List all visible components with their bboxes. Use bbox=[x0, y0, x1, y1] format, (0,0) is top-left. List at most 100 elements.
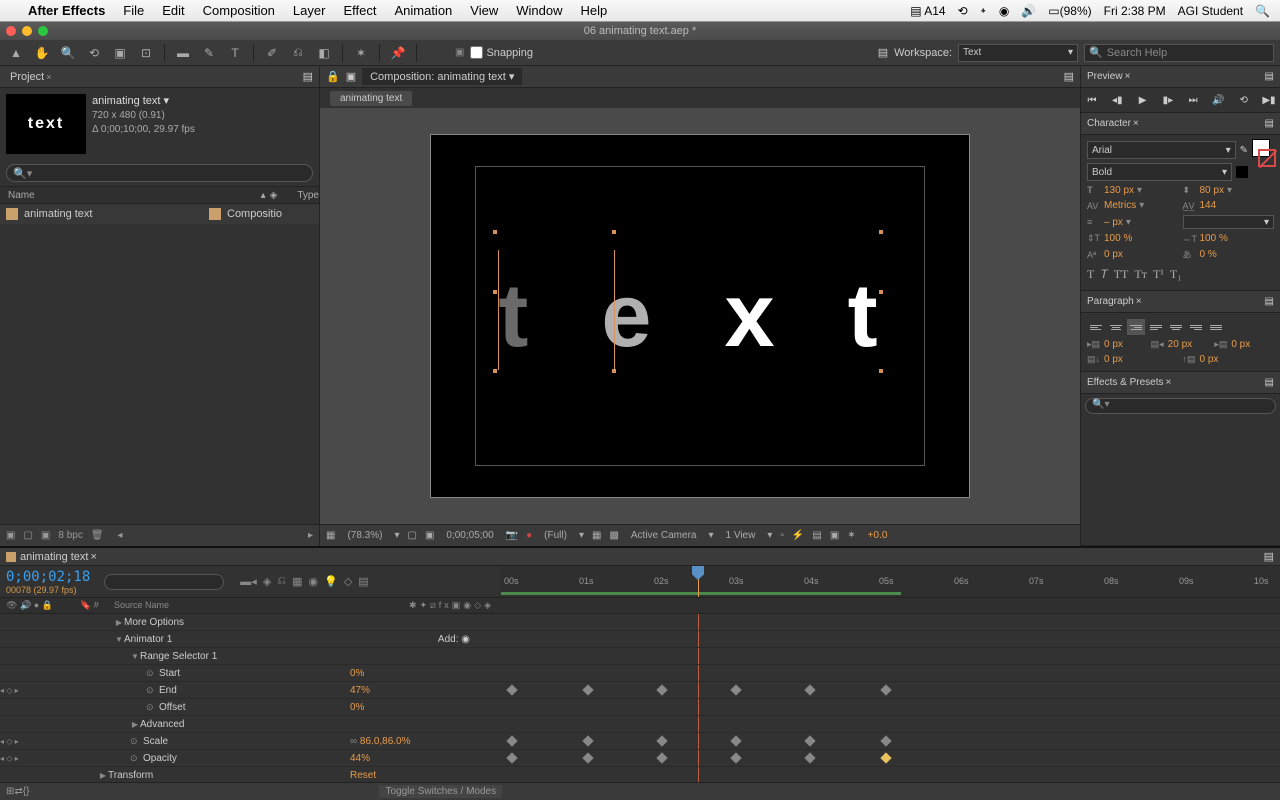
playhead[interactable] bbox=[698, 566, 699, 597]
roi-icon[interactable]: ▣ bbox=[425, 530, 434, 541]
preview-time[interactable]: 0;00;05;00 bbox=[442, 529, 497, 542]
baseline-value[interactable]: 0 px bbox=[1104, 249, 1123, 260]
keyframe-diamond[interactable] bbox=[804, 684, 815, 695]
solo-switch-icon[interactable]: ● bbox=[34, 600, 39, 610]
timeline-property-row[interactable]: ▼Animator 1Add: ◉ bbox=[0, 631, 1280, 648]
workspace-dropdown[interactable]: Text▾ bbox=[958, 44, 1078, 62]
timeline-property-row[interactable]: ⊙Offset0% bbox=[0, 699, 1280, 716]
timeline-icon[interactable]: ▤ bbox=[812, 530, 821, 541]
font-style-dropdown[interactable]: Bold▾ bbox=[1087, 163, 1232, 181]
grid-icon[interactable]: ▦ bbox=[592, 530, 601, 541]
hscale-value[interactable]: 100 % bbox=[1200, 233, 1228, 244]
align-right-button[interactable] bbox=[1127, 319, 1145, 335]
stroke-style-dropdown[interactable]: ▾ bbox=[1183, 215, 1275, 229]
next-icon[interactable]: ▸ bbox=[308, 530, 313, 541]
clone-tool-icon[interactable]: ⎌ bbox=[288, 43, 308, 63]
resolution-dropdown[interactable]: (Full) bbox=[540, 529, 571, 542]
clock[interactable]: Fri 2:38 PM bbox=[1104, 4, 1166, 18]
motion-blur-icon[interactable]: ◉ bbox=[309, 575, 319, 588]
pan-behind-tool-icon[interactable]: ⊡ bbox=[136, 43, 156, 63]
ram-preview-button[interactable]: ▶▮ bbox=[1260, 92, 1278, 108]
col-label-icon[interactable]: ◈ bbox=[270, 190, 278, 201]
effects-search-input[interactable]: 🔍▾ bbox=[1085, 398, 1276, 414]
timeline-property-row[interactable]: ◂ ◇ ▸⊙Scale∞ 86.0,86.0% bbox=[0, 733, 1280, 750]
timeline-property-row[interactable]: ▶Advanced bbox=[0, 716, 1280, 733]
keyframe-diamond[interactable] bbox=[804, 735, 815, 746]
space-before-value[interactable]: 0 px bbox=[1104, 354, 1123, 365]
bold-button[interactable]: T bbox=[1087, 267, 1094, 282]
keyframe-diamond[interactable] bbox=[730, 752, 741, 763]
audio-switch-icon[interactable]: 🔊 bbox=[20, 600, 31, 610]
twirl-icon[interactable]: ▶ bbox=[98, 771, 108, 780]
transform-handle[interactable] bbox=[611, 229, 617, 235]
justify-right-button[interactable] bbox=[1187, 319, 1205, 335]
camera-tool-icon[interactable]: ▣ bbox=[110, 43, 130, 63]
comp-flow-icon[interactable]: ▣ bbox=[830, 530, 839, 541]
keyframe-diamond[interactable] bbox=[582, 735, 593, 746]
volume-icon[interactable]: 🔊 bbox=[1021, 4, 1036, 18]
property-value[interactable]: 0% bbox=[350, 668, 364, 679]
stopwatch-icon[interactable]: ⊙ bbox=[146, 685, 156, 695]
panel-menu-icon[interactable]: ▤ bbox=[1264, 550, 1274, 563]
zoom-level[interactable]: (78.3%) bbox=[343, 529, 386, 542]
channel-icon[interactable]: ● bbox=[526, 530, 532, 541]
next-frame-button[interactable]: ▮▸ bbox=[1159, 92, 1177, 108]
transform-handle[interactable] bbox=[492, 229, 498, 235]
firstline-value[interactable]: 0 px bbox=[1231, 339, 1250, 350]
keyframe-diamond[interactable] bbox=[656, 752, 667, 763]
views-dropdown[interactable]: 1 View bbox=[722, 529, 760, 542]
smallcaps-button[interactable]: Tᴛ bbox=[1134, 267, 1147, 282]
timeline-property-row[interactable]: ▼Range Selector 1 bbox=[0, 648, 1280, 665]
twirl-icon[interactable]: ▶ bbox=[130, 720, 140, 729]
col-type-header[interactable]: Type bbox=[277, 190, 319, 201]
stroke-width-value[interactable]: – px bbox=[1104, 217, 1123, 228]
bpc-label[interactable]: 8 bpc bbox=[58, 530, 82, 541]
panel-menu-icon[interactable]: ▤ bbox=[1064, 70, 1074, 83]
first-frame-button[interactable]: ⏮ bbox=[1083, 92, 1101, 108]
lock-switch-icon[interactable]: 🔒 bbox=[42, 600, 53, 610]
col-name-header[interactable]: Name bbox=[0, 190, 200, 201]
stopwatch-icon[interactable]: ⊙ bbox=[146, 702, 156, 712]
keyframe-diamond[interactable] bbox=[656, 735, 667, 746]
preview-tab[interactable]: Preview bbox=[1087, 71, 1123, 82]
pen-tool-icon[interactable]: ✎ bbox=[199, 43, 219, 63]
last-frame-button[interactable]: ⏭ bbox=[1184, 92, 1202, 108]
transform-handle[interactable] bbox=[878, 229, 884, 235]
video-switch-icon[interactable]: 👁 bbox=[6, 600, 17, 610]
timeline-tab[interactable]: animating text bbox=[20, 551, 88, 563]
twirl-icon[interactable]: ▶ bbox=[114, 618, 124, 627]
keyframe-diamond[interactable] bbox=[506, 735, 517, 746]
folder-icon[interactable]: ▢ bbox=[23, 530, 32, 541]
composition-canvas[interactable]: t e x t bbox=[430, 134, 970, 498]
project-tab[interactable]: Project× bbox=[6, 69, 56, 85]
project-item-row[interactable]: animating text Compositio bbox=[0, 204, 319, 224]
property-value[interactable]: 44% bbox=[350, 753, 370, 764]
justify-center-button[interactable] bbox=[1167, 319, 1185, 335]
twirl-icon[interactable]: ▼ bbox=[130, 652, 140, 661]
exposure-reset-icon[interactable]: ✶ bbox=[847, 530, 855, 541]
comp-breadcrumb[interactable]: animating text bbox=[330, 91, 412, 106]
menu-composition[interactable]: Composition bbox=[203, 3, 275, 18]
leading-value[interactable]: 80 px bbox=[1200, 185, 1224, 196]
eyedropper-icon[interactable]: ✎ bbox=[1240, 145, 1248, 156]
subscript-button[interactable]: T₁ bbox=[1170, 267, 1182, 282]
transform-handle[interactable] bbox=[492, 368, 498, 374]
spotlight-icon[interactable]: 🔍 bbox=[1255, 4, 1270, 18]
keyframe-diamond[interactable] bbox=[582, 684, 593, 695]
justify-left-button[interactable] bbox=[1147, 319, 1165, 335]
roto-tool-icon[interactable]: ✶ bbox=[351, 43, 371, 63]
kerning-value[interactable]: Metrics bbox=[1104, 200, 1136, 211]
character-tab[interactable]: Character bbox=[1087, 118, 1131, 129]
stopwatch-icon[interactable]: ⊙ bbox=[130, 736, 140, 746]
timeline-property-row[interactable]: ◂ ◇ ▸⊙Opacity44% bbox=[0, 750, 1280, 767]
toggle-switch-icon[interactable]: ⇄ bbox=[14, 786, 22, 797]
indent-right-value[interactable]: 20 px bbox=[1168, 339, 1192, 350]
adobe-anywhere-icon[interactable]: ▤ A 14 bbox=[910, 4, 945, 18]
font-size-value[interactable]: 130 px bbox=[1104, 185, 1134, 196]
transform-handle[interactable] bbox=[878, 368, 884, 374]
alpha-icon[interactable]: ▦ bbox=[326, 530, 335, 541]
toggle-switches-modes-button[interactable]: Toggle Switches / Modes bbox=[379, 785, 502, 798]
brush-tool-icon[interactable]: ✐ bbox=[262, 43, 282, 63]
zoom-tool-icon[interactable]: 🔍 bbox=[58, 43, 78, 63]
menu-view[interactable]: View bbox=[470, 3, 498, 18]
